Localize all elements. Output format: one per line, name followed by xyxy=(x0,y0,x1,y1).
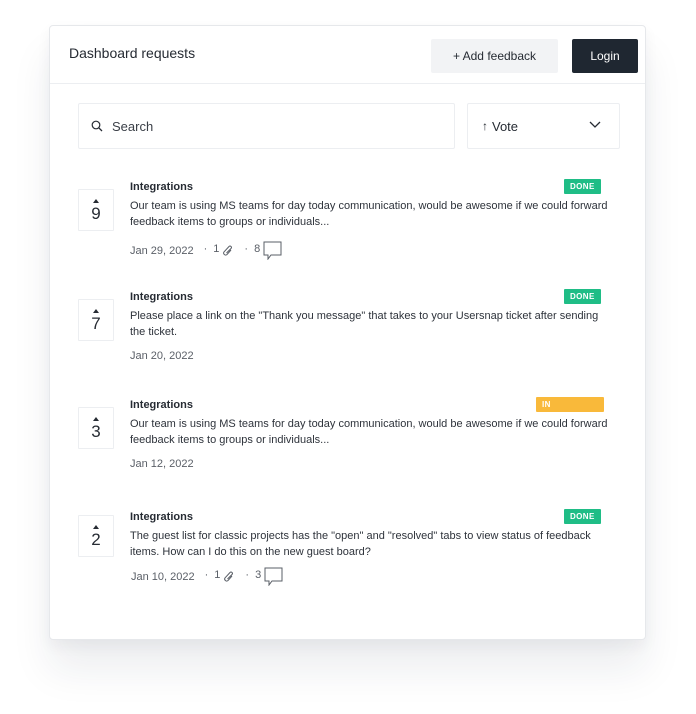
attachment-count: 1 xyxy=(214,568,221,581)
item-category: Integrations xyxy=(130,291,193,303)
vote-button[interactable]: 2 xyxy=(78,515,114,557)
vote-count: 3 xyxy=(91,421,101,441)
vote-button[interactable]: 3 xyxy=(78,407,114,449)
comment-icon xyxy=(264,567,283,586)
board-header: Dashboard requests + Add feedback Login xyxy=(50,26,645,84)
upvote-arrow-icon xyxy=(93,308,99,313)
paperclip-icon xyxy=(224,571,234,581)
paperclip-icon xyxy=(223,245,233,255)
search-box[interactable] xyxy=(78,103,455,149)
page-title: Dashboard requests xyxy=(69,45,196,61)
search-input[interactable] xyxy=(110,117,434,135)
login-button[interactable]: Login xyxy=(572,39,638,73)
item-description: Our team is using MS teams for day today… xyxy=(130,418,608,446)
status-badge: DONE xyxy=(564,289,601,304)
vote-button[interactable]: 7 xyxy=(78,299,114,341)
feedback-item[interactable]: 7 Integrations DONE Please place a link … xyxy=(78,289,604,371)
feedback-board-card: Dashboard requests + Add feedback Login … xyxy=(49,25,646,640)
item-date: Jan 20, 2022 xyxy=(130,350,194,362)
attachment-count: 1 xyxy=(213,242,220,255)
item-meta: Jan 20, 2022 xyxy=(130,350,194,362)
add-feedback-button[interactable]: + Add feedback xyxy=(431,39,558,73)
item-category: Integrations xyxy=(130,511,193,523)
item-category: Integrations xyxy=(130,399,193,411)
comment-count: 3 xyxy=(255,568,262,581)
feedback-item[interactable]: 2 Integrations DONE The guest list for c… xyxy=(78,509,604,591)
item-description: Our team is using MS teams for day today… xyxy=(130,200,608,228)
vote-button[interactable]: 9 xyxy=(78,189,114,231)
status-badge: DONE xyxy=(564,179,601,194)
item-meta: Jan 29, 2022 · 1 · 8 xyxy=(130,241,282,260)
item-meta: Jan 12, 2022 xyxy=(130,458,194,470)
vote-count: 7 xyxy=(91,313,101,333)
item-date: Jan 10, 2022 xyxy=(131,570,195,583)
comment-count: 8 xyxy=(254,242,261,255)
vote-count: 9 xyxy=(91,203,101,223)
sort-dropdown[interactable]: ↑ Vote xyxy=(467,103,620,149)
status-badge: IN PROGRESS xyxy=(536,397,604,424)
sort-label: Vote xyxy=(492,118,519,134)
item-description: Please place a link on the "Thank you me… xyxy=(130,310,599,338)
chevron-down-icon xyxy=(589,121,601,128)
item-category: Integrations xyxy=(130,181,193,193)
arrow-up-icon: ↑ xyxy=(482,119,488,133)
upvote-arrow-icon xyxy=(93,416,99,421)
feedback-item[interactable]: 9 Integrations DONE Our team is using MS… xyxy=(78,179,608,261)
feedback-item[interactable]: 3 Integrations IN PROGRESS Our team is u… xyxy=(78,397,608,479)
upvote-arrow-icon xyxy=(93,524,99,529)
item-description: The guest list for classic projects has … xyxy=(130,530,591,558)
status-badge: DONE xyxy=(564,509,601,524)
item-meta: Jan 10, 2022 · 1 · 3 xyxy=(131,567,283,586)
vote-count: 2 xyxy=(91,529,101,549)
item-date: Jan 29, 2022 xyxy=(130,244,194,257)
item-date: Jan 12, 2022 xyxy=(130,458,194,470)
search-icon xyxy=(91,120,103,132)
comment-icon xyxy=(263,241,282,260)
upvote-arrow-icon xyxy=(93,198,99,203)
